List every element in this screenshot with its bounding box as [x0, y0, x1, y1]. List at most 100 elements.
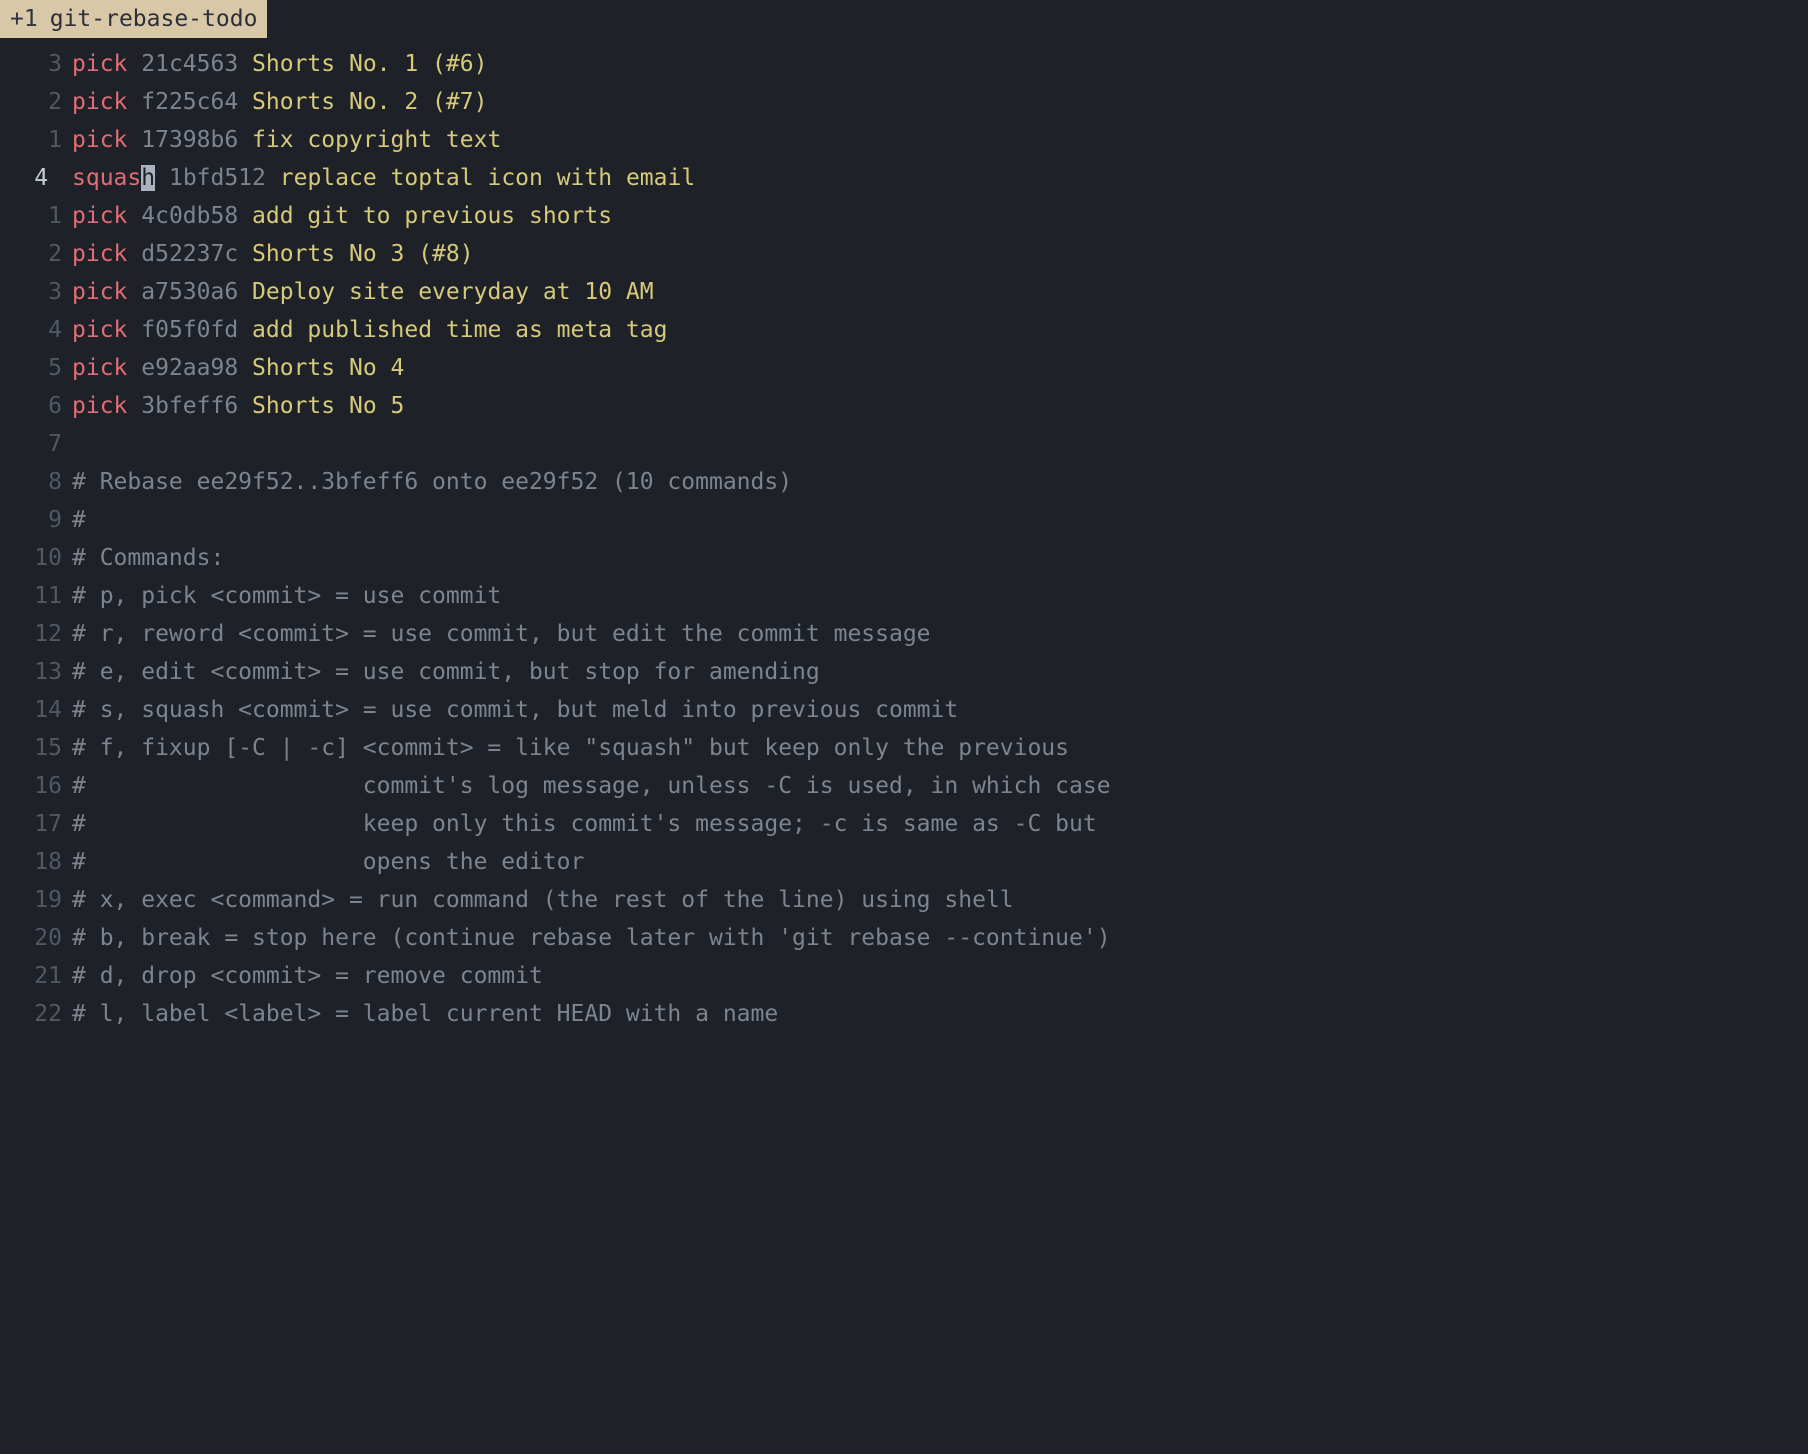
line-number: 4 — [0, 311, 72, 349]
editor-line[interactable]: 10# Commands: — [0, 539, 1808, 577]
line-number: 17 — [0, 805, 72, 843]
comment-text: # x, exec <command> = run command (the r… — [72, 887, 1014, 913]
comment-text: # opens the editor — [72, 849, 584, 875]
editor-line[interactable]: 18# opens the editor — [0, 843, 1808, 881]
editor-line[interactable]: 3pick 21c4563 Shorts No. 1 (#6) — [0, 45, 1808, 83]
editor-line[interactable]: 16# commit's log message, unless -C is u… — [0, 767, 1808, 805]
line-number: 15 — [0, 729, 72, 767]
comment-text: # p, pick <commit> = use commit — [72, 583, 501, 609]
commit-hash: 17398b6 — [141, 127, 238, 153]
comment-text: # keep only this commit's message; -c is… — [72, 811, 1097, 837]
editor-line[interactable]: 4 squash 1bfd512 replace toptal icon wit… — [0, 159, 1808, 197]
commit-hash: 21c4563 — [141, 51, 238, 77]
commit-message: fix copyright text — [252, 127, 501, 153]
comment-text: # s, squash <commit> = use commit, but m… — [72, 697, 958, 723]
comment-text: # Rebase ee29f52..3bfeff6 onto ee29f52 (… — [72, 469, 792, 495]
editor-line[interactable]: 12# r, reword <commit> = use commit, but… — [0, 615, 1808, 653]
editor-line[interactable]: 21# d, drop <commit> = remove commit — [0, 957, 1808, 995]
editor-line[interactable]: 22# l, label <label> = label current HEA… — [0, 995, 1808, 1033]
line-content: # r, reword <commit> = use commit, but e… — [72, 615, 931, 653]
line-number: 21 — [0, 957, 72, 995]
line-content: pick 3bfeff6 Shorts No 5 — [72, 387, 404, 425]
commit-message: Deploy site everyday at 10 AM — [252, 279, 654, 305]
editor-line[interactable]: 2pick f225c64 Shorts No. 2 (#7) — [0, 83, 1808, 121]
rebase-command: squas — [72, 165, 141, 191]
line-number: 22 — [0, 995, 72, 1033]
comment-text: # r, reword <commit> = use commit, but e… — [72, 621, 931, 647]
tab-bar: +1 git-rebase-todo — [0, 0, 1808, 38]
line-content: # f, fixup [-C | -c] <commit> = like "sq… — [72, 729, 1069, 767]
line-content: pick 4c0db58 add git to previous shorts — [72, 197, 612, 235]
line-content: # e, edit <commit> = use commit, but sto… — [72, 653, 820, 691]
line-number: 13 — [0, 653, 72, 691]
comment-text: # d, drop <commit> = remove commit — [72, 963, 543, 989]
line-number: 18 — [0, 843, 72, 881]
editor-line[interactable]: 7 — [0, 425, 1808, 463]
editor-area[interactable]: 3pick 21c4563 Shorts No. 1 (#6)2pick f22… — [0, 38, 1808, 1033]
comment-text: # e, edit <commit> = use commit, but sto… — [72, 659, 820, 685]
commit-message: Shorts No 4 — [252, 355, 404, 381]
editor-line[interactable]: 1pick 4c0db58 add git to previous shorts — [0, 197, 1808, 235]
line-number: 3 — [0, 273, 72, 311]
line-content: squash 1bfd512 replace toptal icon with … — [72, 159, 695, 197]
line-content: pick a7530a6 Deploy site everyday at 10 … — [72, 273, 654, 311]
rebase-command: pick — [72, 51, 127, 77]
editor-line[interactable]: 13# e, edit <commit> = use commit, but s… — [0, 653, 1808, 691]
line-number: 14 — [0, 691, 72, 729]
line-number: 6 — [0, 387, 72, 425]
comment-text: # commit's log message, unless -C is use… — [72, 773, 1111, 799]
line-number: 20 — [0, 919, 72, 957]
commit-hash: 3bfeff6 — [141, 393, 238, 419]
editor-line[interactable]: 14# s, squash <commit> = use commit, but… — [0, 691, 1808, 729]
rebase-command: pick — [72, 127, 127, 153]
line-number: 19 — [0, 881, 72, 919]
line-number: 16 — [0, 767, 72, 805]
line-content: pick d52237c Shorts No 3 (#8) — [72, 235, 474, 273]
commit-message: Shorts No 3 (#8) — [252, 241, 474, 267]
commit-message: Shorts No 5 — [252, 393, 404, 419]
rebase-command: pick — [72, 203, 127, 229]
line-content: # Rebase ee29f52..3bfeff6 onto ee29f52 (… — [72, 463, 792, 501]
line-number: 11 — [0, 577, 72, 615]
editor-line[interactable]: 8# Rebase ee29f52..3bfeff6 onto ee29f52 … — [0, 463, 1808, 501]
line-number: 7 — [0, 425, 72, 463]
commit-message: add published time as meta tag — [252, 317, 667, 343]
rebase-command: pick — [72, 89, 127, 115]
editor-line[interactable]: 20# b, break = stop here (continue rebas… — [0, 919, 1808, 957]
tab-modified-indicator: +1 — [10, 0, 38, 38]
editor-line[interactable]: 9# — [0, 501, 1808, 539]
commit-hash: d52237c — [141, 241, 238, 267]
comment-text: # — [72, 507, 86, 533]
line-content: pick f05f0fd add published time as meta … — [72, 311, 667, 349]
line-content: # l, label <label> = label current HEAD … — [72, 995, 778, 1033]
line-number: 4 — [0, 159, 72, 197]
line-number: 2 — [0, 235, 72, 273]
line-number: 1 — [0, 121, 72, 159]
editor-line[interactable]: 15# f, fixup [-C | -c] <commit> = like "… — [0, 729, 1808, 767]
editor-line[interactable]: 11# p, pick <commit> = use commit — [0, 577, 1808, 615]
line-number: 1 — [0, 197, 72, 235]
tab-git-rebase-todo[interactable]: +1 git-rebase-todo — [0, 0, 267, 38]
editor-line[interactable]: 5pick e92aa98 Shorts No 4 — [0, 349, 1808, 387]
rebase-command: pick — [72, 317, 127, 343]
comment-text: # f, fixup [-C | -c] <commit> = like "sq… — [72, 735, 1069, 761]
line-number: 9 — [0, 501, 72, 539]
editor-line[interactable]: 17# keep only this commit's message; -c … — [0, 805, 1808, 843]
commit-hash: a7530a6 — [141, 279, 238, 305]
commit-hash: f05f0fd — [141, 317, 238, 343]
editor-line[interactable]: 6pick 3bfeff6 Shorts No 5 — [0, 387, 1808, 425]
line-number: 5 — [0, 349, 72, 387]
editor-line[interactable]: 3pick a7530a6 Deploy site everyday at 10… — [0, 273, 1808, 311]
line-number: 3 — [0, 45, 72, 83]
rebase-command: pick — [72, 241, 127, 267]
line-content: # — [72, 501, 86, 539]
line-content: pick f225c64 Shorts No. 2 (#7) — [72, 83, 487, 121]
editor-line[interactable]: 1pick 17398b6 fix copyright text — [0, 121, 1808, 159]
editor-line[interactable]: 4pick f05f0fd add published time as meta… — [0, 311, 1808, 349]
rebase-command: pick — [72, 393, 127, 419]
editor-line[interactable]: 2pick d52237c Shorts No 3 (#8) — [0, 235, 1808, 273]
editor-line[interactable]: 19# x, exec <command> = run command (the… — [0, 881, 1808, 919]
line-number: 2 — [0, 83, 72, 121]
line-content: pick 17398b6 fix copyright text — [72, 121, 501, 159]
line-number: 12 — [0, 615, 72, 653]
